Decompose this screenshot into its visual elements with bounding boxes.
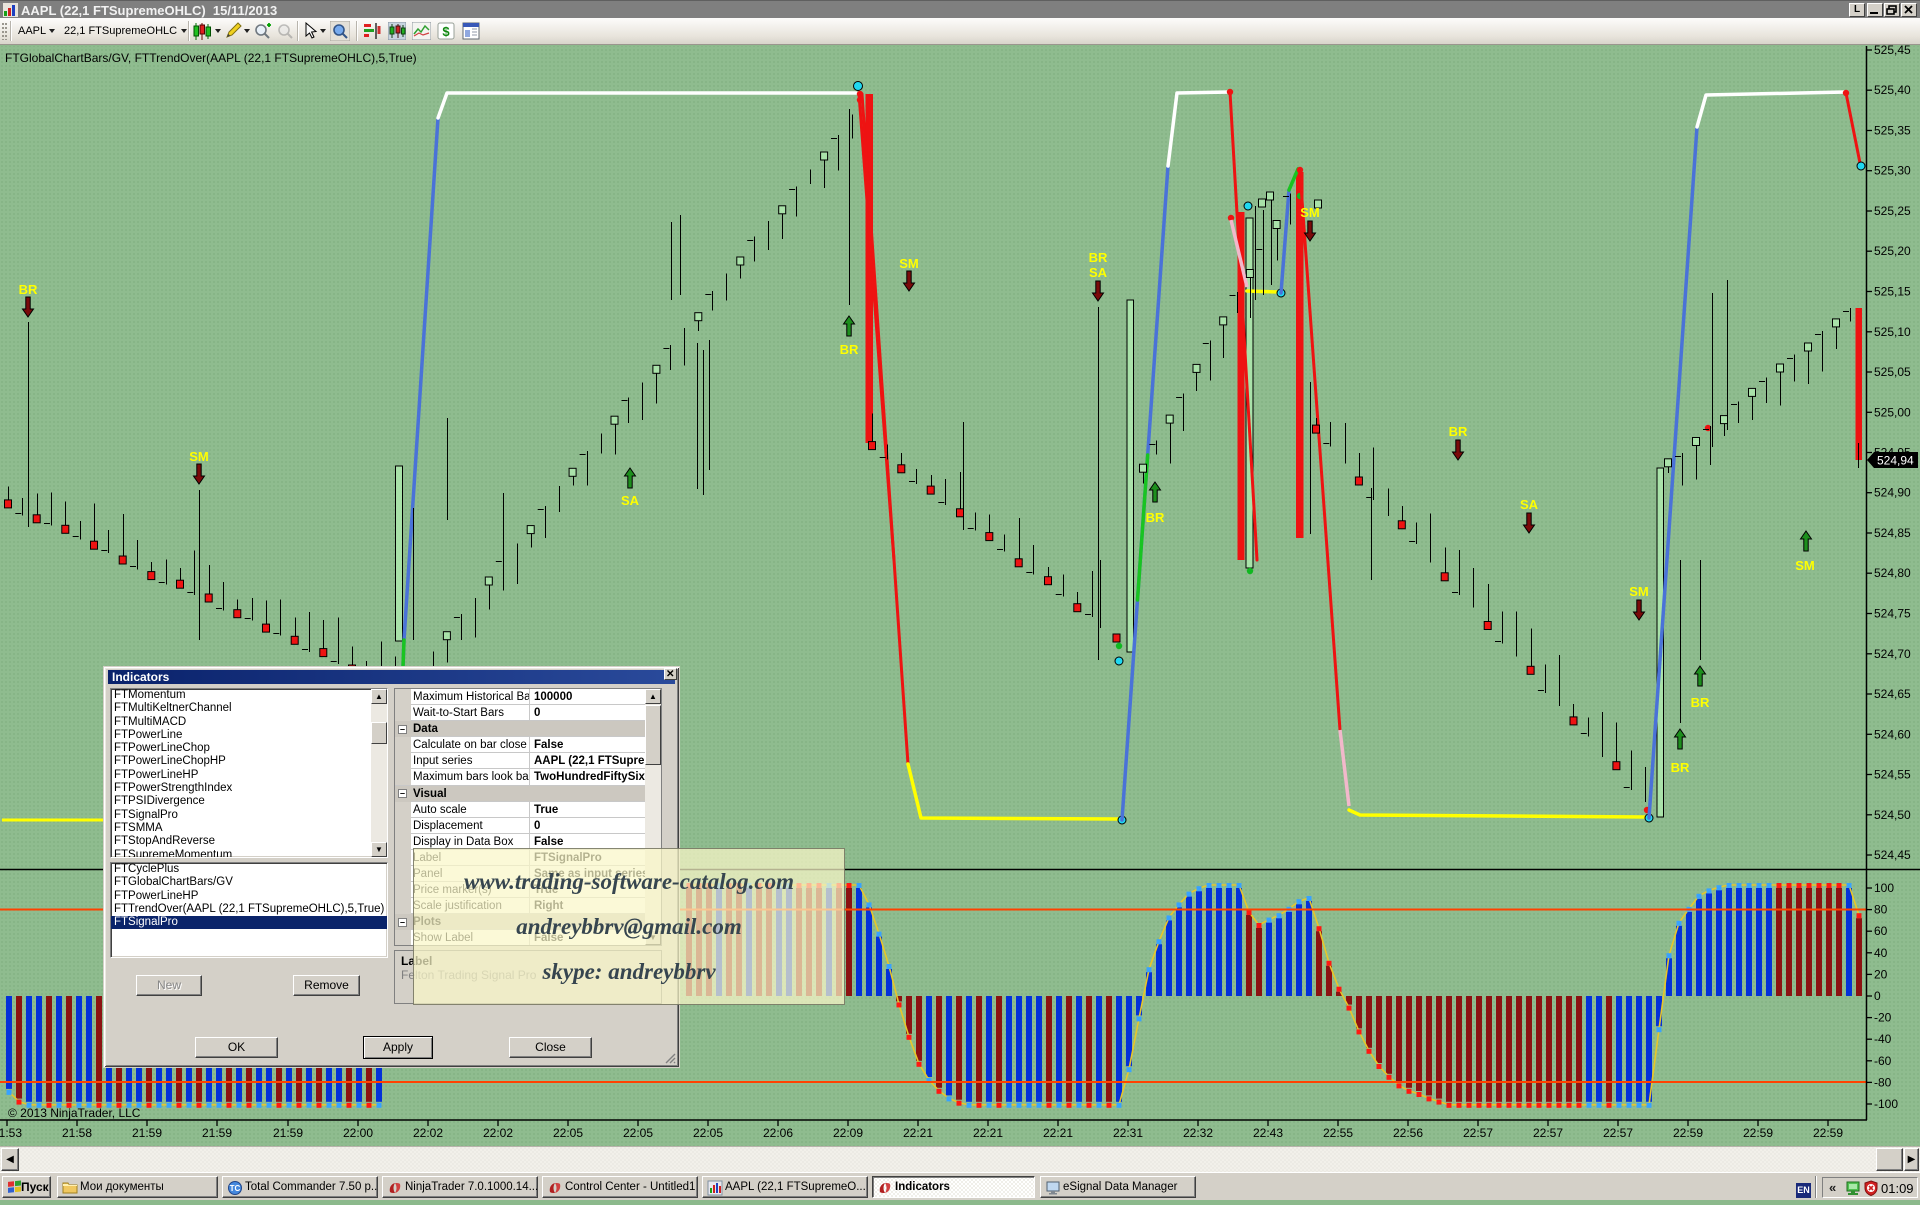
svg-text:-20: -20 xyxy=(1874,1011,1892,1025)
svg-text:SM: SM xyxy=(1300,205,1320,220)
svg-text:524,70: 524,70 xyxy=(1874,647,1911,661)
svg-text:60: 60 xyxy=(1874,924,1888,938)
svg-text:BR: BR xyxy=(1449,424,1468,439)
svg-text:22:56: 22:56 xyxy=(1393,1126,1423,1140)
svg-text:22:43: 22:43 xyxy=(1253,1126,1283,1140)
svg-text:22:31: 22:31 xyxy=(1113,1126,1143,1140)
svg-text:22:09: 22:09 xyxy=(833,1126,863,1140)
svg-text:525,05: 525,05 xyxy=(1874,365,1911,379)
svg-text:22:06: 22:06 xyxy=(763,1126,793,1140)
svg-text:BR: BR xyxy=(1671,760,1690,775)
svg-text:524,45: 524,45 xyxy=(1874,848,1911,862)
svg-text:524,65: 524,65 xyxy=(1874,687,1911,701)
svg-text:-100: -100 xyxy=(1874,1097,1898,1111)
svg-text:525,10: 525,10 xyxy=(1874,325,1911,339)
svg-text:SA: SA xyxy=(1520,497,1539,512)
svg-text:80: 80 xyxy=(1874,903,1888,917)
svg-text:22:57: 22:57 xyxy=(1463,1126,1493,1140)
svg-text:20: 20 xyxy=(1874,967,1888,981)
svg-text:21:53: 21:53 xyxy=(0,1126,22,1140)
svg-text:100: 100 xyxy=(1874,881,1894,895)
svg-text:SM: SM xyxy=(899,256,919,271)
svg-text:22:21: 22:21 xyxy=(1043,1126,1073,1140)
svg-text:22:57: 22:57 xyxy=(1533,1126,1563,1140)
svg-text:525,15: 525,15 xyxy=(1874,285,1911,299)
svg-text:21:59: 21:59 xyxy=(132,1126,162,1140)
svg-text:SA: SA xyxy=(1089,265,1108,280)
svg-text:FTGlobalChartBars/GV, FTTrendO: FTGlobalChartBars/GV, FTTrendOver(AAPL (… xyxy=(5,51,417,65)
svg-text:BR: BR xyxy=(1089,250,1108,265)
svg-text:22:21: 22:21 xyxy=(903,1126,933,1140)
svg-text:525,40: 525,40 xyxy=(1874,83,1911,97)
svg-text:$: $ xyxy=(442,24,450,39)
svg-text:525,30: 525,30 xyxy=(1874,164,1911,178)
svg-text:0: 0 xyxy=(1874,989,1881,1003)
svg-text:22:00: 22:00 xyxy=(343,1126,373,1140)
svg-text:© 2013 NinjaTrader, LLC: © 2013 NinjaTrader, LLC xyxy=(8,1106,141,1120)
svg-text:-80: -80 xyxy=(1874,1075,1892,1089)
svg-text:22:02: 22:02 xyxy=(413,1126,443,1140)
svg-text:22:59: 22:59 xyxy=(1813,1126,1843,1140)
svg-text:21:59: 21:59 xyxy=(202,1126,232,1140)
svg-text:SM: SM xyxy=(1795,558,1815,573)
svg-text:TC: TC xyxy=(230,1184,241,1193)
svg-text:525,45: 525,45 xyxy=(1874,43,1911,57)
svg-text:BR: BR xyxy=(840,342,859,357)
svg-text:525,35: 525,35 xyxy=(1874,124,1911,138)
svg-text:525,25: 525,25 xyxy=(1874,204,1911,218)
svg-text:21:58: 21:58 xyxy=(62,1126,92,1140)
svg-text:SA: SA xyxy=(621,493,640,508)
svg-text:22:05: 22:05 xyxy=(553,1126,583,1140)
svg-text:-60: -60 xyxy=(1874,1054,1892,1068)
svg-text:SM: SM xyxy=(189,449,209,464)
svg-text:524,90: 524,90 xyxy=(1874,486,1911,500)
svg-text:524,50: 524,50 xyxy=(1874,808,1911,822)
svg-text:22:57: 22:57 xyxy=(1603,1126,1633,1140)
svg-text:524,75: 524,75 xyxy=(1874,607,1911,621)
svg-text:BR: BR xyxy=(19,282,38,297)
svg-text:-40: -40 xyxy=(1874,1032,1892,1046)
svg-text:525,00: 525,00 xyxy=(1874,405,1911,419)
svg-text:525,20: 525,20 xyxy=(1874,244,1911,258)
svg-text:524,80: 524,80 xyxy=(1874,566,1911,580)
svg-text:524,60: 524,60 xyxy=(1874,727,1911,741)
svg-text:BR: BR xyxy=(1691,695,1710,710)
svg-text:SM: SM xyxy=(1629,584,1649,599)
svg-text:524,85: 524,85 xyxy=(1874,526,1911,540)
svg-text:BR: BR xyxy=(1146,510,1165,525)
svg-text:22:02: 22:02 xyxy=(483,1126,513,1140)
svg-text:22:59: 22:59 xyxy=(1743,1126,1773,1140)
svg-text:22:21: 22:21 xyxy=(973,1126,1003,1140)
svg-text:40: 40 xyxy=(1874,946,1888,960)
svg-text:21:59: 21:59 xyxy=(273,1126,303,1140)
svg-text:524,94: 524,94 xyxy=(1877,454,1914,468)
svg-text:22:05: 22:05 xyxy=(623,1126,653,1140)
svg-text:524,55: 524,55 xyxy=(1874,768,1911,782)
svg-text:22:32: 22:32 xyxy=(1183,1126,1213,1140)
svg-text:22:05: 22:05 xyxy=(693,1126,723,1140)
svg-text:22:55: 22:55 xyxy=(1323,1126,1353,1140)
svg-text:22:59: 22:59 xyxy=(1673,1126,1703,1140)
